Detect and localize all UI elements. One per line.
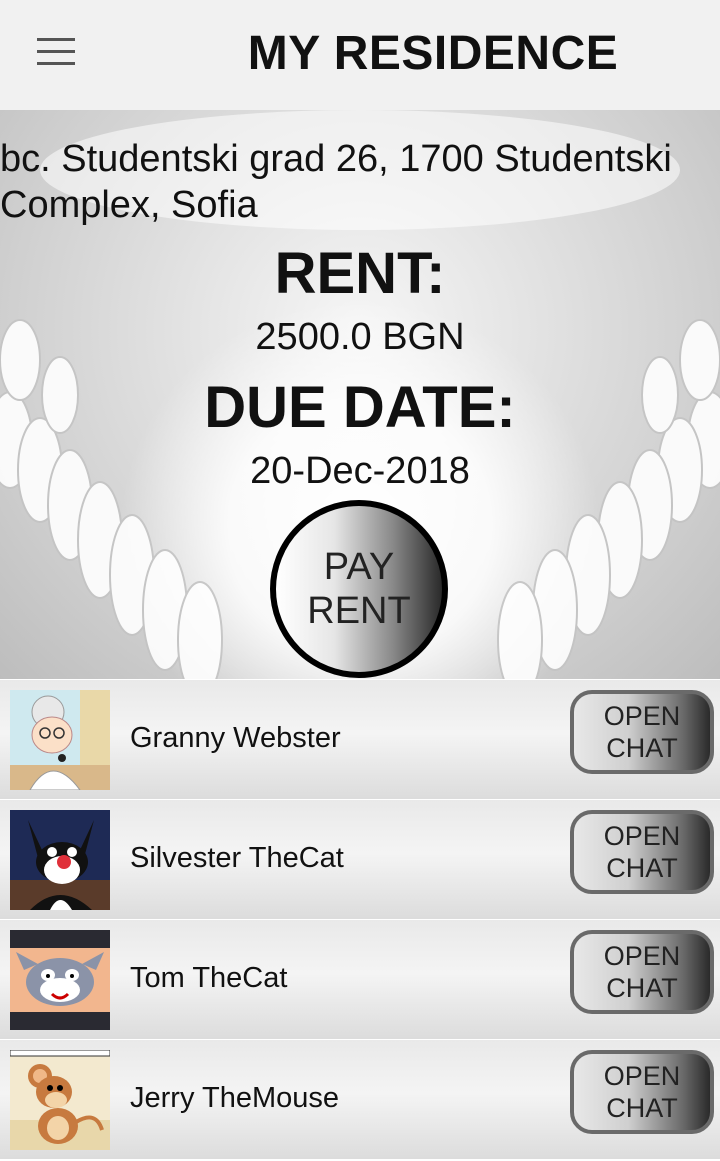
open-chat-label: OPEN CHAT (603, 941, 681, 1003)
rent-label: RENT: (274, 241, 446, 306)
open-chat-label: OPEN CHAT (603, 1061, 681, 1123)
open-chat-label: OPEN CHAT (603, 821, 681, 883)
contacts-list: Granny Webster OPEN CHAT Silvester TheCa… (0, 679, 720, 1161)
pay-rent-button[interactable]: PAY RENT (270, 500, 448, 678)
contact-row: Silvester TheCat OPEN CHAT (0, 799, 720, 919)
contact-name: Jerry TheMouse (130, 1082, 339, 1114)
tom-avatar (10, 930, 110, 1030)
contact-row: Granny Webster OPEN CHAT (0, 679, 720, 799)
contact-row: Tom TheCat OPEN CHAT (0, 919, 720, 1039)
granny-avatar (10, 690, 110, 790)
rent-amount: 2500.0 BGN (255, 316, 465, 358)
pay-rent-label: PAY RENT (307, 546, 411, 632)
open-chat-button[interactable]: OPEN CHAT (570, 810, 714, 894)
contact-row: Jerry TheMouse OPEN CHAT (0, 1039, 720, 1159)
page-title: MY RESIDENCE (247, 27, 619, 80)
contact-name: Granny Webster (130, 722, 341, 754)
open-chat-button[interactable]: OPEN CHAT (570, 930, 714, 1014)
open-chat-button[interactable]: OPEN CHAT (570, 690, 714, 774)
hamburger-menu-icon[interactable] (34, 38, 78, 72)
contact-name: Silvester TheCat (130, 842, 344, 874)
residence-address: bc. Studentski grad 26, 1700 Studentski … (0, 138, 672, 226)
contact-name: Tom TheCat (130, 962, 288, 994)
due-date-label: DUE DATE: (204, 375, 516, 440)
open-chat-label: OPEN CHAT (603, 701, 681, 763)
sylvester-avatar (10, 810, 110, 910)
app-bar: MY RESIDENCE (0, 0, 720, 110)
residence-panel: bc. Studentski grad 26, 1700 Studentski … (0, 110, 720, 680)
jerry-avatar (10, 1050, 110, 1150)
open-chat-button[interactable]: OPEN CHAT (570, 1050, 714, 1134)
due-date-value: 20-Dec-2018 (250, 450, 470, 492)
